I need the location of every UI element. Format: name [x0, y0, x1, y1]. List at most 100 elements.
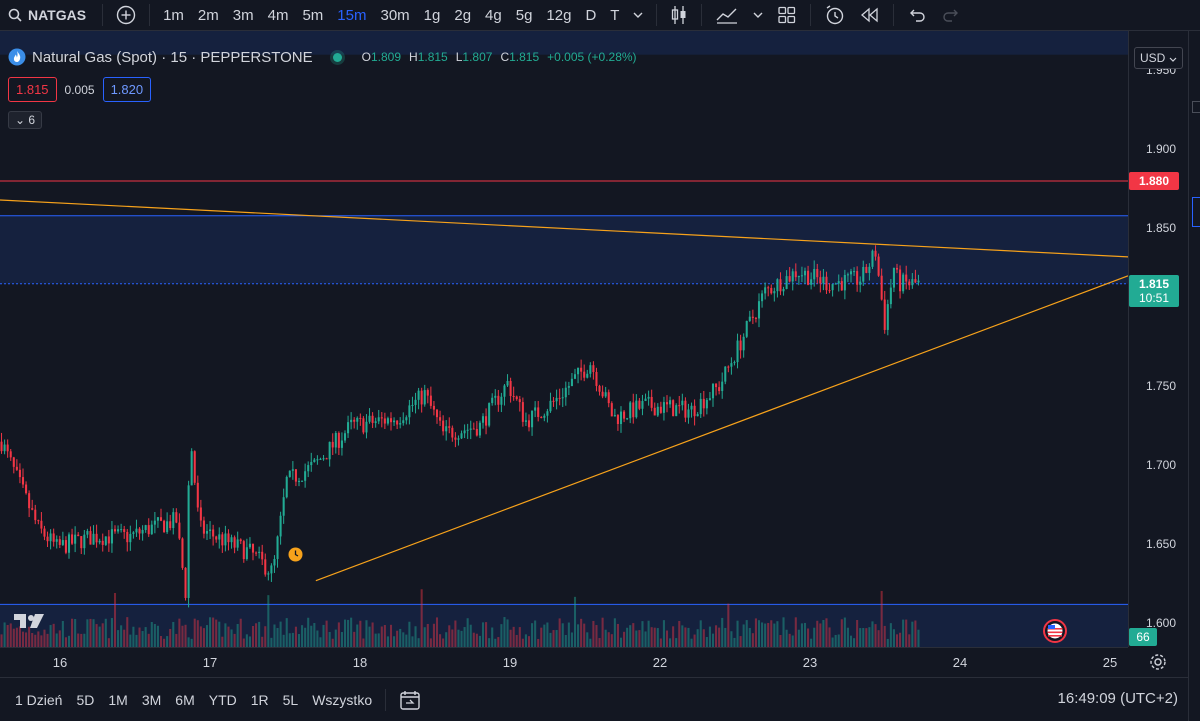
price-label: 1.650 [1145, 537, 1176, 552]
go-to-date-button[interactable] [392, 689, 428, 711]
event-marker[interactable] [288, 547, 303, 567]
candle-body [693, 405, 696, 417]
price-chart[interactable] [0, 31, 1128, 647]
indicators-dropdown[interactable] [746, 12, 770, 18]
candle-body [95, 533, 98, 543]
volume-bar [696, 629, 699, 647]
volume-bar [705, 636, 708, 647]
time-axis[interactable]: 16 17 18 19 22 23 24 25 [0, 647, 1128, 677]
time-label: 25 [1102, 655, 1118, 670]
candle-body [503, 385, 506, 397]
candle-body [242, 541, 245, 560]
range-6[interactable]: 1R [244, 692, 276, 708]
volume-bar [708, 626, 711, 647]
candle-body [770, 287, 773, 294]
interval-1g[interactable]: 1g [417, 7, 448, 24]
volume-bar [610, 634, 613, 647]
volume-bar [586, 632, 589, 647]
candle-body [877, 256, 880, 276]
interval-5m[interactable]: 5m [295, 7, 330, 24]
interval-4m[interactable]: 4m [261, 7, 296, 24]
chart-settings-button[interactable] [1148, 652, 1168, 677]
volume-bar [67, 635, 71, 647]
candle-body [616, 415, 619, 425]
close-value: 1.815 [509, 50, 540, 64]
indicators-collapse-button[interactable]: ⌄ 6 [8, 111, 43, 129]
chart-area[interactable]: Natural Gas (Spot) · 15 · PEPPERSTONE O1… [0, 31, 1128, 647]
sidebar-toggle[interactable] [1192, 101, 1200, 113]
volume-bar [702, 629, 705, 647]
volume-bar [230, 629, 233, 647]
range-7[interactable]: 5L [276, 692, 306, 708]
buy-button[interactable]: 1.820 [102, 77, 152, 102]
add-symbol-button[interactable] [109, 5, 143, 25]
interval-5g[interactable]: 5g [509, 7, 540, 24]
interval-15m[interactable]: 15m [330, 7, 373, 24]
range-8[interactable]: Wszystko [305, 692, 379, 708]
search-icon [8, 8, 22, 22]
volume-bar [853, 638, 856, 647]
range-5[interactable]: YTD [202, 692, 244, 708]
alert-price-tag[interactable]: 1.880 [1129, 172, 1179, 191]
candle-body [132, 532, 135, 534]
candle-body [675, 405, 678, 417]
interval-D[interactable]: D [578, 7, 603, 24]
volume-bar [632, 623, 635, 647]
sell-button[interactable]: 1.815 [8, 77, 57, 102]
interval-dropdown[interactable] [626, 12, 650, 18]
volume-bar [141, 631, 144, 647]
volume-bar [494, 638, 497, 647]
interval-4g[interactable]: 4g [478, 7, 509, 24]
volume-bar [104, 618, 107, 647]
interval-T[interactable]: T [603, 7, 626, 24]
candle-body [350, 419, 353, 423]
interval-2m[interactable]: 2m [191, 7, 226, 24]
candle-body [886, 304, 889, 330]
range-4[interactable]: 6M [168, 692, 201, 708]
volume-bar [101, 623, 104, 647]
candle-body [405, 417, 408, 421]
symbol-title[interactable]: Natural Gas (Spot) · 15 · PEPPERSTONE [32, 49, 313, 66]
interval-2g[interactable]: 2g [447, 7, 478, 24]
volume-bar [736, 620, 739, 647]
range-0[interactable]: 1 Dzień [8, 692, 69, 708]
candle-body [739, 340, 742, 351]
time-zone-clock[interactable]: 16:49:09 (UTC+2) [1058, 690, 1178, 707]
candle-body [328, 441, 331, 460]
candle-body [187, 485, 190, 598]
candle-body [273, 558, 276, 566]
volume-bar [288, 633, 291, 647]
candle-body [414, 399, 417, 405]
indicators-button[interactable] [708, 5, 746, 25]
interval-1m[interactable]: 1m [156, 7, 191, 24]
volume-bar [917, 629, 920, 647]
volume-bar [754, 618, 757, 647]
tradingview-logo[interactable] [12, 611, 46, 636]
candle-body [463, 430, 466, 434]
volume-bar [49, 625, 52, 647]
us-economic-event-marker[interactable] [1043, 619, 1067, 647]
candle-body [751, 316, 754, 318]
interval-12g[interactable]: 12g [539, 7, 578, 24]
interval-3m[interactable]: 3m [226, 7, 261, 24]
sidebar-tab[interactable] [1192, 197, 1200, 227]
range-2[interactable]: 1M [101, 692, 134, 708]
candle-body [209, 529, 212, 532]
layout-button[interactable] [770, 6, 804, 24]
price-axis[interactable]: 1.950 1.900 1.850 1.750 1.700 1.650 1.600 1.88… [1128, 31, 1188, 647]
volume-bar [665, 630, 669, 647]
range-1[interactable]: 5D [69, 692, 101, 708]
chart-type-button[interactable] [663, 5, 695, 25]
currency-selector[interactable]: USD [1134, 47, 1183, 69]
replay-button[interactable] [853, 7, 887, 23]
symbol-search[interactable]: NATGAS [0, 7, 96, 23]
candle-body [304, 471, 307, 481]
redo-button[interactable] [934, 7, 968, 23]
volume-bar [724, 627, 727, 647]
volume-bar [635, 630, 638, 647]
candle-body [291, 469, 294, 471]
alert-button[interactable] [817, 4, 853, 26]
undo-button[interactable] [900, 7, 934, 23]
interval-30m[interactable]: 30m [373, 7, 416, 24]
range-3[interactable]: 3M [135, 692, 168, 708]
